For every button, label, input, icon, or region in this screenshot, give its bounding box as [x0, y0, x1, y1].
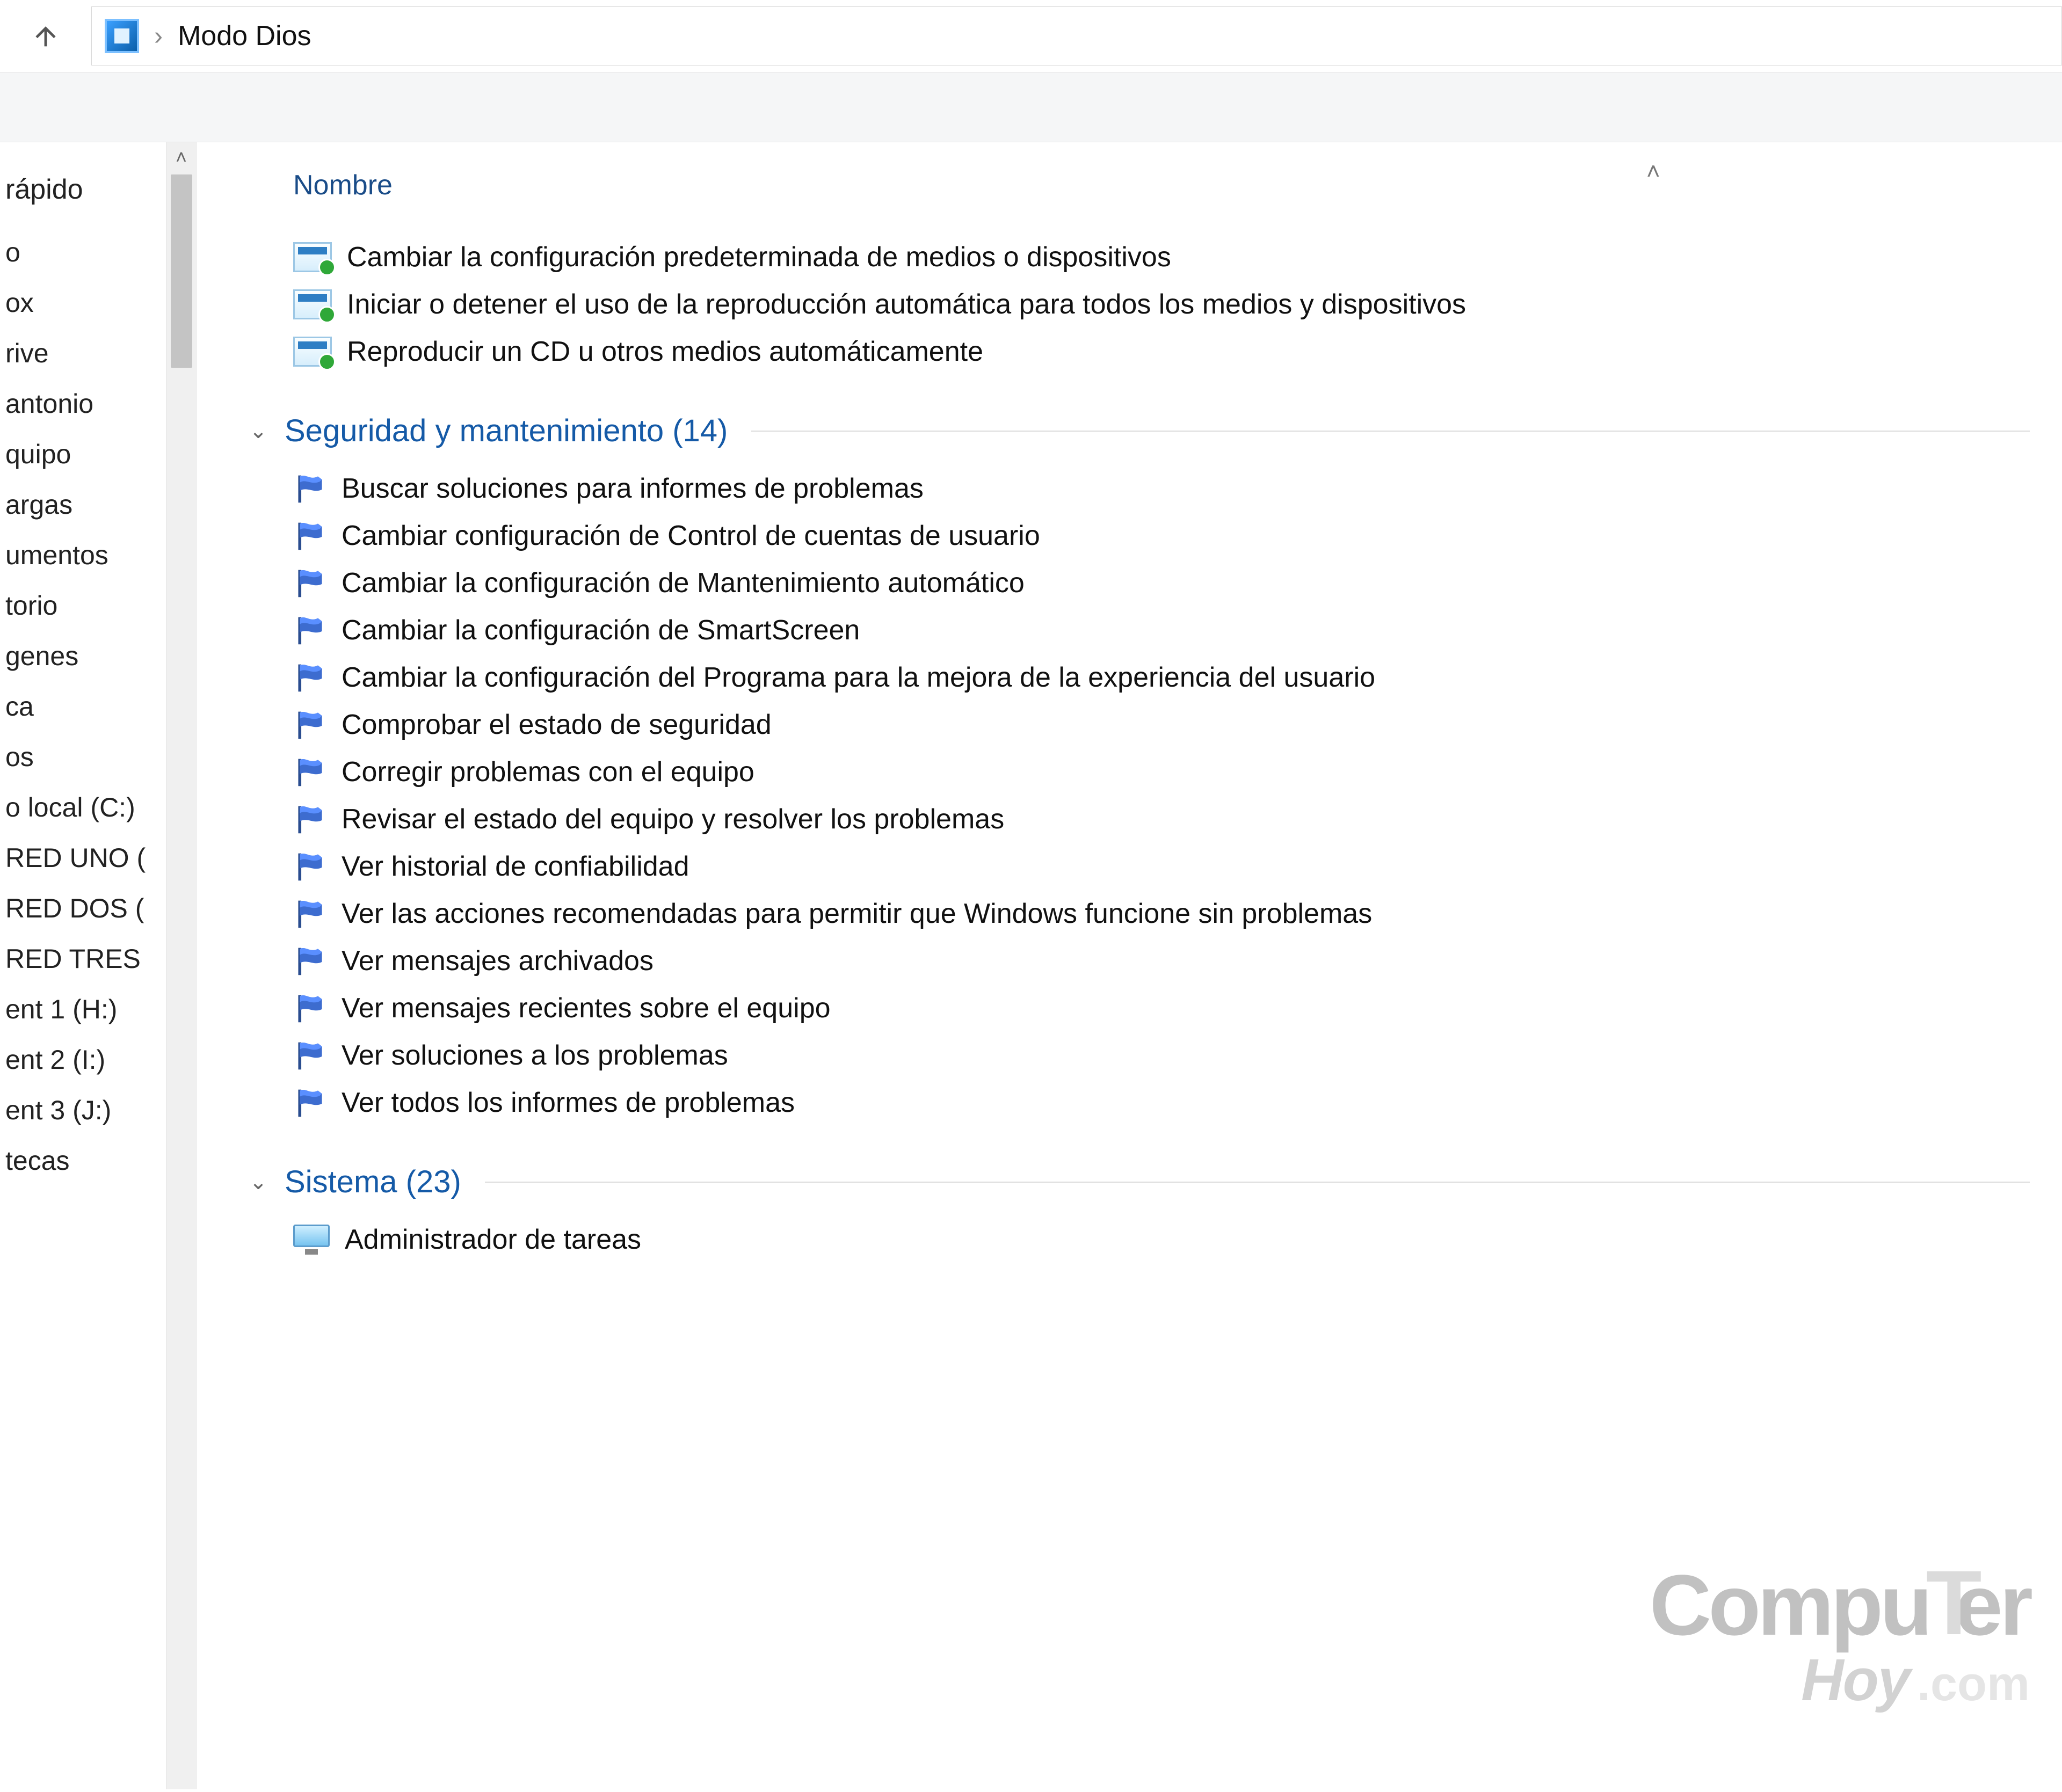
flag-icon	[293, 756, 326, 788]
sidebar-item[interactable]: quipo	[0, 429, 166, 479]
group-collapse-caret[interactable]: ˄	[1646, 158, 1660, 185]
flag-icon	[293, 1087, 326, 1119]
list-item[interactable]: Cambiar la configuración del Programa pa…	[293, 654, 2030, 701]
list-item-label: Buscar soluciones para informes de probl…	[342, 472, 924, 505]
autoplay-icon	[293, 337, 332, 367]
list-item[interactable]: Cambiar configuración de Control de cuen…	[293, 512, 2030, 559]
list-item-label: Revisar el estado del equipo y resolver …	[342, 803, 1004, 835]
sidebar-item[interactable]: ca	[0, 681, 166, 732]
chevron-down-icon: ⌄	[245, 419, 272, 443]
list-item-label: Ver mensajes recientes sobre el equipo	[342, 992, 831, 1024]
flag-icon	[293, 945, 326, 977]
group-title: Seguridad y mantenimiento (14)	[285, 413, 728, 449]
flag-icon	[293, 1039, 326, 1072]
sidebar-item[interactable]: rive	[0, 328, 166, 378]
list-item[interactable]: Ver las acciones recomendadas para permi…	[293, 890, 2030, 937]
sidebar-item[interactable]: genes	[0, 631, 166, 681]
list-item-label: Cambiar configuración de Control de cuen…	[342, 520, 1040, 552]
list-item-label: Cambiar la configuración de Mantenimient…	[342, 567, 1025, 599]
sidebar-item[interactable]: ent 3 (J:)	[0, 1085, 166, 1135]
list-item[interactable]: Cambiar la configuración predeterminada …	[293, 234, 2030, 281]
sidebar-item[interactable]: RED TRES	[0, 934, 166, 984]
list-item-label: Cambiar la configuración de SmartScreen	[342, 614, 860, 646]
nav-up-button[interactable]	[0, 6, 91, 65]
sidebar-item[interactable]: RED UNO (	[0, 833, 166, 883]
flag-icon	[293, 472, 326, 505]
flag-icon	[293, 567, 326, 599]
monitor-icon	[293, 1225, 330, 1255]
sidebar-item[interactable]: antonio	[0, 378, 166, 429]
breadcrumb-box[interactable]: › Modo Dios	[91, 6, 2062, 65]
toolbar-area	[0, 72, 2062, 142]
group-header[interactable]: ⌄ Sistema (23)	[245, 1164, 2030, 1200]
group-header-rule	[751, 431, 2030, 432]
list-item[interactable]: Ver todos los informes de problemas	[293, 1079, 2030, 1126]
autoplay-icon	[293, 289, 332, 319]
list-item[interactable]: Revisar el estado del equipo y resolver …	[293, 796, 2030, 843]
sidebar-item[interactable]: torio	[0, 580, 166, 631]
list-item-label: Corregir problemas con el equipo	[342, 756, 754, 788]
address-bar: › Modo Dios	[0, 0, 2062, 72]
list-item[interactable]: Ver mensajes archivados	[293, 937, 2030, 985]
list-item-label: Cambiar la configuración del Programa pa…	[342, 661, 1375, 694]
list-item[interactable]: Ver mensajes recientes sobre el equipo	[293, 985, 2030, 1032]
list-item[interactable]: Buscar soluciones para informes de probl…	[293, 465, 2030, 512]
list-item-label: Reproducir un CD u otros medios automáti…	[347, 336, 983, 368]
flag-icon	[293, 709, 326, 741]
control-panel-icon	[105, 19, 139, 53]
sidebar-scrollbar[interactable]: ˄	[166, 142, 197, 1789]
sidebar-item[interactable]: ent 1 (H:)	[0, 984, 166, 1035]
group-title: Sistema (23)	[285, 1164, 461, 1200]
sidebar-item[interactable]: tecas	[0, 1135, 166, 1186]
sidebar-item[interactable]: argas	[0, 479, 166, 530]
chevron-right-icon[interactable]: ›	[154, 21, 163, 51]
sidebar-item[interactable]: os	[0, 732, 166, 782]
list-item-label: Comprobar el estado de seguridad	[342, 709, 772, 741]
list-item[interactable]: Comprobar el estado de seguridad	[293, 701, 2030, 748]
list-item-label: Iniciar o detener el uso de la reproducc…	[347, 288, 1466, 320]
list-item[interactable]: Reproducir un CD u otros medios automáti…	[293, 328, 2030, 375]
group-header[interactable]: ⌄ Seguridad y mantenimiento (14)	[245, 413, 2030, 449]
list-item[interactable]: Cambiar la configuración de SmartScreen	[293, 607, 2030, 654]
column-header-name[interactable]: Nombre	[293, 164, 2030, 234]
list-item-label: Ver todos los informes de problemas	[342, 1087, 795, 1119]
flag-icon	[293, 992, 326, 1024]
list-item-label: Ver las acciones recomendadas para permi…	[342, 898, 1372, 930]
scroll-thumb[interactable]	[171, 174, 192, 368]
content-pane: ˄ Nombre Cambiar la configuración predet…	[197, 142, 2062, 1789]
list-item-label: Ver soluciones a los problemas	[342, 1039, 728, 1072]
nav-sidebar: rápido ooxriveantonioquipoargasumentosto…	[0, 142, 166, 1789]
flag-icon	[293, 803, 326, 835]
group-header-rule	[485, 1182, 2030, 1183]
sidebar-item[interactable]: ox	[0, 278, 166, 328]
flag-icon	[293, 850, 326, 883]
sidebar-item[interactable]: o	[0, 227, 166, 278]
list-item[interactable]: Corregir problemas con el equipo	[293, 748, 2030, 796]
sidebar-item[interactable]: o local (C:)	[0, 782, 166, 833]
sidebar-item[interactable]: RED DOS (	[0, 883, 166, 934]
sidebar-quick-access[interactable]: rápido	[0, 164, 166, 227]
flag-icon	[293, 898, 326, 930]
list-item[interactable]: Ver soluciones a los problemas	[293, 1032, 2030, 1079]
list-item-label: Ver historial de confiabilidad	[342, 850, 689, 883]
list-item[interactable]: Iniciar o detener el uso de la reproducc…	[293, 281, 2030, 328]
chevron-down-icon: ⌄	[245, 1170, 272, 1194]
sidebar-item[interactable]: umentos	[0, 530, 166, 580]
watermark: CompuTer Hoy.com	[1650, 1569, 2030, 1715]
scroll-up-button[interactable]: ˄	[166, 142, 196, 172]
list-item-label: Ver mensajes archivados	[342, 945, 654, 977]
list-item[interactable]: Administrador de tareas	[293, 1216, 2030, 1263]
autoplay-icon	[293, 242, 332, 272]
list-item-label: Administrador de tareas	[345, 1223, 641, 1256]
flag-icon	[293, 661, 326, 694]
list-item[interactable]: Ver historial de confiabilidad	[293, 843, 2030, 890]
list-item-label: Cambiar la configuración predeterminada …	[347, 241, 1171, 273]
flag-icon	[293, 614, 326, 646]
sidebar-item[interactable]: ent 2 (I:)	[0, 1035, 166, 1085]
flag-icon	[293, 520, 326, 552]
breadcrumb-location[interactable]: Modo Dios	[178, 20, 311, 52]
list-item[interactable]: Cambiar la configuración de Mantenimient…	[293, 559, 2030, 607]
